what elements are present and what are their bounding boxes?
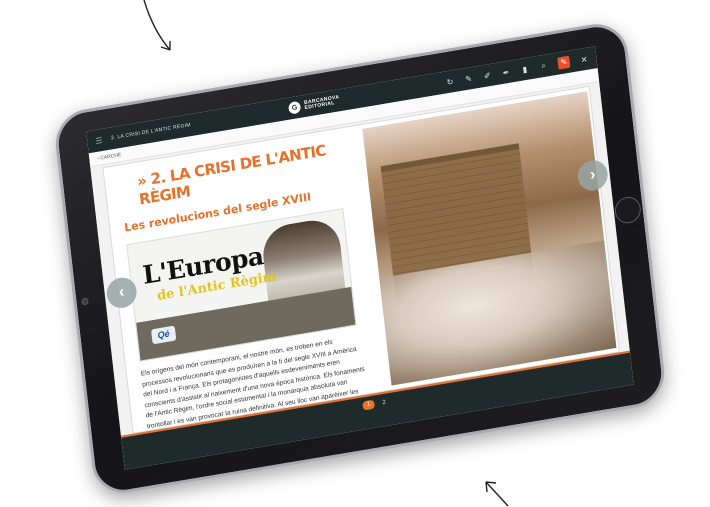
logo-mark-icon: G <box>287 100 302 115</box>
page-1-button[interactable]: 1 <box>362 399 376 411</box>
refresh-icon[interactable]: ↻ <box>445 77 455 87</box>
pencil-icon[interactable]: ✎ <box>464 73 474 84</box>
page-indicator: 1 2 <box>362 398 386 411</box>
page-2-button[interactable]: 2 <box>382 399 386 406</box>
highlighter-icon[interactable]: ✒ <box>501 67 511 77</box>
bookmark-icon[interactable]: ▮ <box>520 64 530 74</box>
pointer-arrow-bottom <box>485 481 509 507</box>
bastille-painting <box>362 91 617 386</box>
menu-icon[interactable]: ☰ <box>95 135 106 145</box>
back-link[interactable]: ‹ CARCHE <box>97 152 122 162</box>
edit-icon[interactable]: ✎ <box>557 55 571 70</box>
pointer-arrow-top <box>143 0 171 51</box>
left-page: » 2. LA CRISI DE L'ANTIC RÈGIM Les revol… <box>103 127 380 440</box>
close-icon[interactable]: ✕ <box>579 54 589 64</box>
marker-icon[interactable]: ✐ <box>482 70 492 80</box>
tablet-device: ☰ 2. LA CRISI DE L'ANTIC RÈGIM G BARCANO… <box>52 19 668 498</box>
search-icon[interactable]: ⌕ <box>539 60 549 71</box>
